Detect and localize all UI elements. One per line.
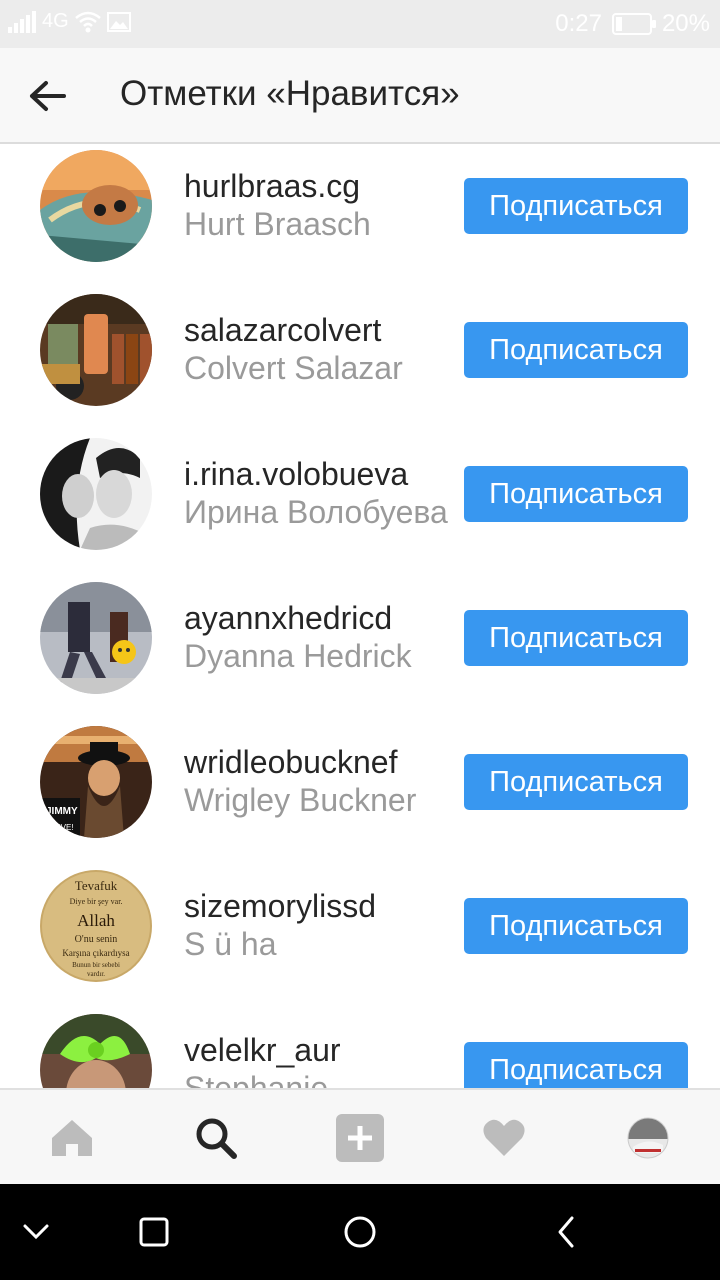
nav-back-button[interactable] bbox=[506, 1184, 626, 1280]
full-name: Wrigley Buckner bbox=[184, 782, 417, 818]
username[interactable]: velelkr_aur bbox=[184, 1032, 341, 1069]
full-name: Colvert Salazar bbox=[184, 350, 403, 386]
avatar-text: vardır. bbox=[87, 970, 105, 978]
follow-button[interactable]: Подписаться bbox=[464, 322, 688, 378]
avatar[interactable] bbox=[40, 294, 152, 406]
username[interactable]: i.rina.volobueva bbox=[184, 456, 408, 493]
battery-percent: 20% bbox=[661, 10, 710, 37]
clock: 0:27 bbox=[555, 10, 602, 37]
full-name: Ирина Волобуева bbox=[184, 494, 448, 530]
list-item[interactable]: i.rina.volobueva Ирина Волобуева Подписа… bbox=[0, 434, 720, 578]
avatar-text: O'nu senin bbox=[75, 934, 118, 945]
list-item[interactable]: Tevafuk Diye bir şey var. Allah O'nu sen… bbox=[0, 866, 720, 1010]
list-item[interactable]: JIMMY LIVE! wridleobucknef Wrigley Buckn… bbox=[0, 722, 720, 866]
nav-back-icon bbox=[558, 1216, 574, 1248]
follow-button[interactable]: Подписаться bbox=[464, 610, 688, 666]
follow-button[interactable]: Подписаться bbox=[464, 466, 688, 522]
back-button[interactable] bbox=[22, 70, 74, 122]
list-item[interactable]: hurlbraas.cg Hurt Braasch Подписаться bbox=[0, 146, 720, 290]
nav-recents-icon bbox=[139, 1217, 169, 1247]
follow-button[interactable]: Подписаться bbox=[464, 754, 688, 810]
add-post-icon bbox=[336, 1114, 384, 1162]
follow-button[interactable]: Подписаться bbox=[464, 178, 688, 234]
avatar-text: LIVE! bbox=[54, 823, 74, 832]
nav-home-icon bbox=[344, 1216, 376, 1248]
battery-fill bbox=[615, 17, 622, 31]
likes-list[interactable]: hurlbraas.cg Hurt Braasch Подписаться sa… bbox=[0, 146, 720, 1088]
avatar[interactable] bbox=[40, 438, 152, 550]
arrow-left-icon bbox=[30, 81, 66, 111]
network-type: 4G bbox=[42, 10, 69, 32]
list-item[interactable]: velelkr_aur Stephanie Подписаться bbox=[0, 1010, 720, 1088]
page-title: Отметки «Нравится» bbox=[120, 74, 460, 113]
nav-collapse-button[interactable] bbox=[0, 1184, 96, 1280]
list-item[interactable]: salazarcolvert Colvert Salazar Подписать… bbox=[0, 290, 720, 434]
bottom-tab-bar bbox=[0, 1088, 720, 1184]
nav-recents-button[interactable] bbox=[94, 1184, 214, 1280]
search-icon bbox=[196, 1118, 237, 1159]
follow-button[interactable]: Подписаться bbox=[464, 898, 688, 954]
avatar-text: Diye bir şey var. bbox=[70, 897, 123, 906]
full-name: Dyanna Hedrick bbox=[184, 638, 412, 674]
battery-icon bbox=[611, 13, 656, 35]
follow-button[interactable]: Подписаться bbox=[464, 1042, 688, 1088]
avatar-text: JIMMY bbox=[46, 806, 78, 817]
wifi-icon bbox=[74, 11, 101, 33]
list-item[interactable]: ayannxhedricd Dyanna Hedrick Подписаться bbox=[0, 578, 720, 722]
image-notification-icon bbox=[106, 11, 131, 32]
system-nav-bar bbox=[0, 1184, 720, 1280]
signal-icon bbox=[8, 10, 36, 33]
avatar[interactable]: JIMMY LIVE! bbox=[40, 726, 152, 838]
home-icon bbox=[52, 1120, 92, 1156]
profile-avatar-icon bbox=[627, 1117, 669, 1159]
status-left: 4G bbox=[8, 10, 131, 33]
avatar[interactable] bbox=[40, 582, 152, 694]
status-right: 0:27 20% bbox=[555, 10, 710, 38]
avatar-text: Karşına çıkardıysa bbox=[62, 948, 129, 958]
username[interactable]: wridleobucknef bbox=[184, 744, 397, 781]
full-name: S ü ha bbox=[184, 926, 277, 962]
app-bar: Отметки «Нравится» bbox=[0, 48, 720, 144]
username[interactable]: ayannxhedricd bbox=[184, 600, 392, 637]
status-bar: 4G 0:27 20% bbox=[0, 0, 720, 48]
full-name: Hurt Braasch bbox=[184, 206, 371, 242]
tab-search[interactable] bbox=[144, 1090, 288, 1186]
avatar[interactable]: Tevafuk Diye bir şey var. Allah O'nu sen… bbox=[40, 870, 152, 982]
tab-add[interactable] bbox=[288, 1090, 432, 1186]
tab-home[interactable] bbox=[0, 1090, 144, 1186]
tab-profile[interactable] bbox=[576, 1090, 720, 1186]
full-name: Stephanie bbox=[184, 1070, 329, 1088]
avatar[interactable] bbox=[40, 150, 152, 262]
activity-heart-icon bbox=[483, 1119, 525, 1156]
tab-activity[interactable] bbox=[432, 1090, 576, 1186]
avatar-text: Allah bbox=[77, 911, 115, 930]
avatar-text: Bunun bir sebebi bbox=[72, 961, 120, 969]
nav-home-button[interactable] bbox=[300, 1184, 420, 1280]
username[interactable]: salazarcolvert bbox=[184, 312, 381, 349]
nav-collapse-icon bbox=[23, 1224, 49, 1240]
username[interactable]: hurlbraas.cg bbox=[184, 168, 360, 205]
avatar-text: Tevafuk bbox=[75, 878, 118, 893]
username[interactable]: sizemorylissd bbox=[184, 888, 376, 925]
avatar[interactable] bbox=[40, 1014, 152, 1088]
